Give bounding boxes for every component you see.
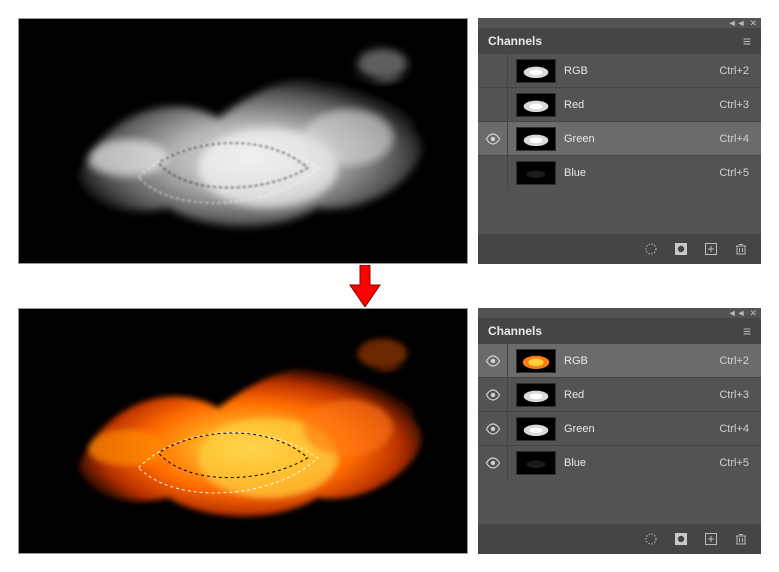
channel-shortcut: Ctrl+5 bbox=[719, 167, 749, 179]
delete-channel-icon[interactable] bbox=[733, 241, 749, 257]
channel-row-red[interactable]: RedCtrl+3 bbox=[478, 88, 761, 122]
panel-tab-channels[interactable]: Channels ≡ bbox=[478, 318, 761, 344]
channels-panel-bottom: ◄◄ ✕ Channels ≡ RGBCtrl+2RedCtrl+3GreenC… bbox=[478, 308, 761, 554]
channel-row-blue[interactable]: BlueCtrl+5 bbox=[478, 446, 761, 480]
channel-row-red[interactable]: RedCtrl+3 bbox=[478, 378, 761, 412]
channel-shortcut: Ctrl+4 bbox=[719, 133, 749, 145]
channel-row-green[interactable]: GreenCtrl+4 bbox=[478, 122, 761, 156]
channel-thumbnail bbox=[516, 451, 556, 475]
channel-thumbnail bbox=[516, 161, 556, 185]
channel-thumbnail bbox=[516, 127, 556, 151]
visibility-toggle-icon[interactable] bbox=[478, 156, 508, 190]
channel-shortcut: Ctrl+5 bbox=[719, 457, 749, 469]
channels-panel-top: ◄◄ ✕ Channels ≡ RGBCtrl+2RedCtrl+3GreenC… bbox=[478, 18, 761, 264]
close-panel-icon[interactable]: ✕ bbox=[749, 18, 757, 29]
panel-topbar: ◄◄ ✕ bbox=[478, 18, 761, 28]
channel-list: RGBCtrl+2RedCtrl+3GreenCtrl+4BlueCtrl+5 bbox=[478, 344, 761, 480]
save-selection-mask-icon[interactable] bbox=[673, 531, 689, 547]
panel-tab-channels[interactable]: Channels ≡ bbox=[478, 28, 761, 54]
delete-channel-icon[interactable] bbox=[733, 531, 749, 547]
close-panel-icon[interactable]: ✕ bbox=[749, 308, 757, 319]
panel-footer bbox=[478, 234, 761, 264]
channel-shortcut: Ctrl+2 bbox=[719, 355, 749, 367]
visibility-toggle-icon[interactable] bbox=[478, 446, 508, 480]
channel-label: Blue bbox=[564, 167, 719, 179]
visibility-toggle-icon[interactable] bbox=[478, 122, 508, 155]
channel-list: RGBCtrl+2RedCtrl+3GreenCtrl+4BlueCtrl+5 bbox=[478, 54, 761, 190]
channel-row-green[interactable]: GreenCtrl+4 bbox=[478, 412, 761, 446]
canvas-grayscale-smoke[interactable] bbox=[18, 18, 468, 264]
collapse-panel-icon[interactable]: ◄◄ bbox=[728, 18, 746, 28]
visibility-toggle-icon[interactable] bbox=[478, 344, 508, 377]
channel-thumbnail bbox=[516, 417, 556, 441]
load-selection-icon[interactable] bbox=[643, 241, 659, 257]
channel-label: RGB bbox=[564, 65, 719, 77]
visibility-toggle-icon[interactable] bbox=[478, 54, 508, 87]
channel-shortcut: Ctrl+2 bbox=[719, 65, 749, 77]
new-channel-icon[interactable] bbox=[703, 241, 719, 257]
channel-row-rgb[interactable]: RGBCtrl+2 bbox=[478, 54, 761, 88]
visibility-toggle-icon[interactable] bbox=[478, 412, 508, 445]
channel-thumbnail bbox=[516, 383, 556, 407]
channel-label: Blue bbox=[564, 457, 719, 469]
channel-shortcut: Ctrl+4 bbox=[719, 423, 749, 435]
panel-topbar: ◄◄ ✕ bbox=[478, 308, 761, 318]
panel-title-label: Channels bbox=[488, 324, 542, 338]
new-channel-icon[interactable] bbox=[703, 531, 719, 547]
load-selection-icon[interactable] bbox=[643, 531, 659, 547]
channel-thumbnail bbox=[516, 349, 556, 373]
panel-footer bbox=[478, 524, 761, 554]
channel-label: RGB bbox=[564, 355, 719, 367]
panel-menu-icon[interactable]: ≡ bbox=[743, 33, 751, 49]
panel-title-label: Channels bbox=[488, 34, 542, 48]
channel-label: Red bbox=[564, 389, 719, 401]
channel-shortcut: Ctrl+3 bbox=[719, 389, 749, 401]
channel-row-blue[interactable]: BlueCtrl+5 bbox=[478, 156, 761, 190]
panel-menu-icon[interactable]: ≡ bbox=[743, 323, 751, 339]
down-arrow-icon bbox=[348, 265, 382, 307]
channel-label: Green bbox=[564, 133, 719, 145]
save-selection-mask-icon[interactable] bbox=[673, 241, 689, 257]
channel-label: Red bbox=[564, 99, 719, 111]
canvas-colored-fire[interactable] bbox=[18, 308, 468, 554]
channel-shortcut: Ctrl+3 bbox=[719, 99, 749, 111]
collapse-panel-icon[interactable]: ◄◄ bbox=[728, 308, 746, 318]
visibility-toggle-icon[interactable] bbox=[478, 88, 508, 121]
channel-label: Green bbox=[564, 423, 719, 435]
channel-thumbnail bbox=[516, 93, 556, 117]
channel-row-rgb[interactable]: RGBCtrl+2 bbox=[478, 344, 761, 378]
visibility-toggle-icon[interactable] bbox=[478, 378, 508, 411]
channel-thumbnail bbox=[516, 59, 556, 83]
